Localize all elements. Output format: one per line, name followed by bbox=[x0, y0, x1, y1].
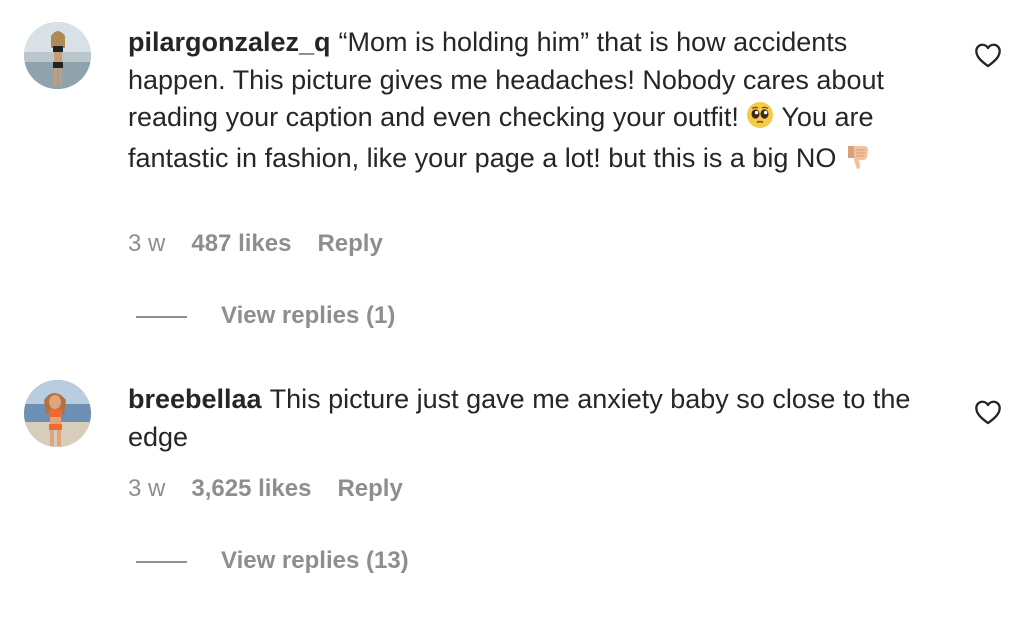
avatar[interactable] bbox=[24, 22, 91, 89]
avatar[interactable] bbox=[24, 380, 91, 447]
comment-meta: 3 w 3,625 likes Reply bbox=[128, 475, 403, 503]
reply-button[interactable]: Reply bbox=[337, 475, 402, 503]
comment-timestamp[interactable]: 3 w bbox=[128, 475, 165, 503]
replies-divider-line bbox=[136, 560, 187, 563]
like-heart-icon[interactable] bbox=[974, 42, 1002, 68]
comment-username[interactable]: breebellaa bbox=[128, 384, 262, 414]
avatar-photo bbox=[24, 22, 91, 89]
reply-button[interactable]: Reply bbox=[317, 230, 382, 258]
comment-timestamp[interactable]: 3 w bbox=[128, 230, 165, 258]
replies-divider-line bbox=[136, 315, 187, 318]
comment-username[interactable]: pilargonzalez_q bbox=[128, 27, 331, 57]
view-replies-label[interactable]: View replies (13) bbox=[221, 547, 409, 574]
view-replies-label[interactable]: View replies (1) bbox=[221, 302, 395, 329]
view-replies-button[interactable]: View replies (1) bbox=[136, 302, 395, 330]
comment-likes-count[interactable]: 3,625 likes bbox=[191, 475, 311, 503]
view-replies-button[interactable]: View replies (13) bbox=[136, 547, 409, 575]
comment-likes-count[interactable]: 487 likes bbox=[191, 230, 291, 258]
comment-body: breebellaa This picture just gave me anxi… bbox=[128, 381, 948, 456]
pleading-face-emoji-icon bbox=[746, 101, 774, 140]
avatar-photo bbox=[24, 380, 91, 447]
like-heart-icon[interactable] bbox=[974, 399, 1002, 425]
thumbs-down-emoji-icon bbox=[844, 142, 872, 181]
comment-meta: 3 w 487 likes Reply bbox=[128, 230, 383, 258]
comment-body: pilargonzalez_q “Mom is holding him” that… bbox=[128, 24, 948, 180]
